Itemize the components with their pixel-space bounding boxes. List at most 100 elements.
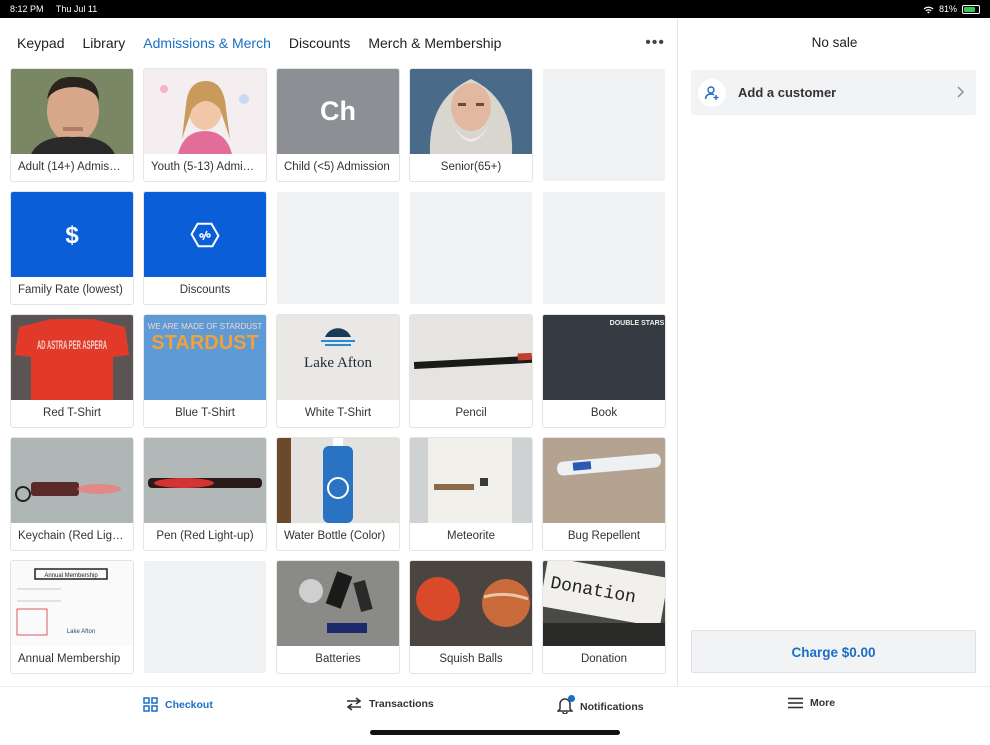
tab-keypad[interactable]: Keypad [17,35,64,51]
tile-empty[interactable] [410,192,532,304]
tile-pencil[interactable]: Pencil [410,315,532,427]
tile-label: Pencil [455,407,487,419]
tile-label: Family Rate (lowest) [18,284,123,296]
nav-notifications[interactable]: Notifications [556,695,644,717]
pencil-photo [410,315,532,400]
tile-senior-admission[interactable]: Senior(65+) [410,69,532,181]
tile-label: White T-Shirt [304,407,372,419]
charge-button[interactable]: Charge $0.00 [691,630,976,673]
tab-library[interactable]: Library [82,35,125,51]
donation-photo: Donation [543,561,665,646]
tile-family-rate[interactable]: $ Family Rate (lowest) [11,192,133,304]
tab-discounts[interactable]: Discounts [289,35,350,51]
blue-tshirt-photo: WE ARE MADE OF STARDUST STARDUST [144,315,266,400]
youth-photo [144,69,266,154]
tile-bug-repellent[interactable]: Bug Repellent [543,438,665,550]
nav-transactions-label: Transactions [369,698,434,710]
tile-label: Bug Repellent [567,530,641,542]
wifi-icon [923,6,934,14]
nav-more-label: More [810,697,836,709]
notification-dot [568,695,575,702]
dollar-icon: $ [11,192,133,277]
nav-transactions[interactable]: Transactions [346,697,434,711]
tile-white-tshirt[interactable]: Lake Afton White T-Shirt [277,315,399,427]
status-time: 8:12 PM [10,4,44,14]
tile-empty[interactable] [144,561,266,673]
tile-red-tshirt[interactable]: AD ASTRA PER ASPERA Red T-Shirt [11,315,133,427]
membership-card-org: Lake Afton [67,629,95,635]
tile-label: Book [590,407,618,419]
adult-photo [11,69,133,154]
battery-icon [962,4,980,14]
tile-keychain[interactable]: Keychain (Red Light-up) [11,438,133,550]
tile-donation[interactable]: Donation Donation [543,561,665,673]
tile-empty[interactable] [277,192,399,304]
tab-admissions-merch[interactable]: Admissions & Merch [143,35,271,51]
tile-label: Pen (Red Light-up) [156,530,254,542]
tile-label: Blue T-Shirt [175,407,235,419]
tile-label: Annual Membership [18,653,121,665]
tile-label: Youth (5-13) Admission [151,161,266,173]
bottom-nav: Checkout Transactions Notifications More [0,686,990,745]
red-tshirt-photo: AD ASTRA PER ASPERA [11,315,133,400]
membership-card-photo: Annual Membership Lake Afton [11,561,133,646]
nav-checkout[interactable]: Checkout [143,697,213,712]
tile-meteorite[interactable]: Meteorite [410,438,532,550]
tile-label: Donation [580,653,628,665]
tile-label: Squish Balls [439,653,503,665]
tile-empty[interactable] [543,192,665,304]
chevron-right-icon [956,85,964,101]
status-date: Thu Jul 11 [55,4,98,14]
tile-empty[interactable] [543,69,665,181]
item-library-pane: Keypad Library Admissions & Merch Discou… [0,18,678,686]
grid-icon [143,697,158,712]
tile-batteries[interactable]: Batteries [277,561,399,673]
blue-tshirt-print: WE ARE MADE OF STARDUST [148,322,263,331]
tile-label: Adult (14+) Admission [18,161,131,173]
white-tshirt-photo: Lake Afton [277,315,399,400]
nav-notifications-label: Notifications [580,701,644,713]
child-initials: Ch [277,69,399,154]
hamburger-icon [788,697,803,709]
category-tabs: Keypad Library Admissions & Merch Discou… [0,18,678,68]
tile-youth-admission[interactable]: Youth (5-13) Admission [144,69,266,181]
tile-blue-tshirt[interactable]: WE ARE MADE OF STARDUST STARDUST Blue T-… [144,315,266,427]
nav-checkout-label: Checkout [165,698,213,711]
senior-photo [410,69,532,154]
more-options-icon[interactable]: ••• [645,34,665,52]
tile-adult-admission[interactable]: Adult (14+) Admission [11,69,133,181]
cart-pane: No sale Add a customer Charge $0.00 [679,18,990,686]
book-cover-text: DOUBLE STARS [610,320,665,327]
discount-tag-icon [144,192,266,277]
tile-discounts[interactable]: Discounts [144,192,266,304]
tab-merch-membership[interactable]: Merch & Membership [368,35,501,51]
svg-text:STARDUST: STARDUST [151,332,258,354]
home-indicator [370,730,620,735]
bell-icon [556,695,575,717]
tile-label: Water Bottle (Color) [284,530,386,542]
tile-child-admission[interactable]: Ch Child (<5) Admission [277,69,399,181]
tile-pen[interactable]: Pen (Red Light-up) [144,438,266,550]
tile-water-bottle[interactable]: Water Bottle (Color) [277,438,399,550]
nav-more[interactable]: More [788,697,835,709]
status-bar: 8:12 PM Thu Jul 11 81% [0,0,990,18]
tile-book[interactable]: DOUBLE STARS Book [543,315,665,427]
tile-annual-membership[interactable]: Annual Membership Lake Afton Annual Memb… [11,561,133,673]
membership-card-title: Annual Membership [44,573,98,579]
batteries-photo [277,561,399,646]
book-photo: DOUBLE STARS [543,315,665,400]
tile-label: Red T-Shirt [43,407,101,419]
squish-balls-photo [410,561,532,646]
tile-squish-balls[interactable]: Squish Balls [410,561,532,673]
cart-title: No sale [811,35,858,50]
pen-photo [144,438,266,523]
add-customer-button[interactable]: Add a customer [691,70,976,115]
add-customer-label: Add a customer [738,85,837,100]
tile-label: Child (<5) Admission [284,161,390,173]
keychain-photo [11,438,133,523]
add-person-icon [698,78,726,107]
red-tshirt-print: AD ASTRA PER ASPERA [37,338,107,352]
tile-label: Senior(65+) [440,161,502,173]
tile-label: Keychain (Red Light-up) [18,530,133,542]
tile-label: Meteorite [447,530,495,542]
